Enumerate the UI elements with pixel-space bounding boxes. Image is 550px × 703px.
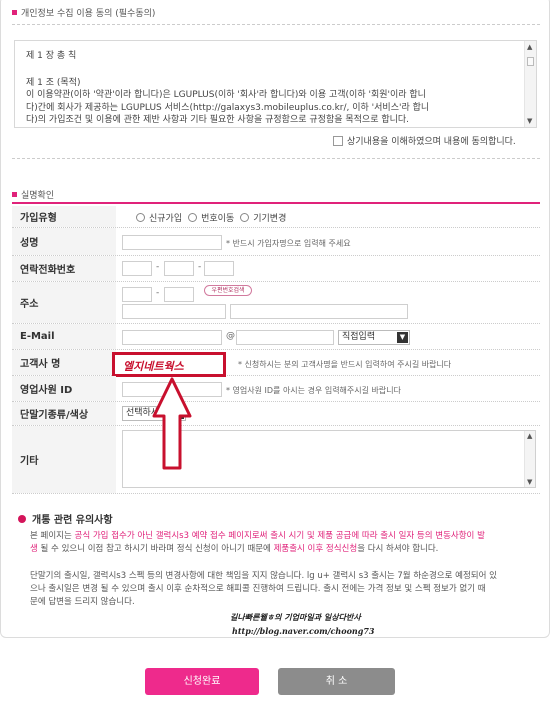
radio-new-label: 신규가입 xyxy=(149,214,183,224)
device-label: 단말기종류/색상 xyxy=(12,402,116,425)
row-customer: 고객사 명 * 신청하시는 분의 고객사명을 반드시 입력하여 주시길 바랍니다 xyxy=(12,350,540,376)
email-id-input[interactable] xyxy=(122,330,222,345)
etc-scrollbar[interactable]: ▲ ▼ xyxy=(524,431,535,487)
chevron-down-icon: ▼ xyxy=(397,332,408,343)
terms-text: 제 1 장 총 칙 제 1 조 (목적) 이 이용약관(이하 '약관'이라 합니… xyxy=(26,50,516,127)
agree-label: 상기내용을 이해하였으며 내용에 동의합니다. xyxy=(347,137,516,147)
phone-part3-input[interactable] xyxy=(204,261,234,276)
divider xyxy=(12,158,540,159)
scroll-up-icon[interactable]: ▲ xyxy=(527,43,532,51)
notice-bullet-icon xyxy=(18,514,26,523)
etc-label: 기타 xyxy=(12,426,116,493)
section-accent-line xyxy=(12,202,540,204)
notice-highlight: 공식 가입 접수가 아닌 갤럭시s3 예약 접수 페이지로써 출시 시기 및 제… xyxy=(74,531,485,541)
name-label: 성명 xyxy=(12,228,116,255)
phone-label: 연락전화번호 xyxy=(12,256,116,281)
terms-box[interactable]: 제 1 장 총 칙 제 1 조 (목적) 이 이용약관(이하 '약관'이라 합니… xyxy=(14,40,537,128)
watermark-title: 길나빠른웰ㅎ의 기업마일과 일상다반사 xyxy=(230,612,361,622)
radio-new[interactable] xyxy=(136,213,145,222)
zip-part2-input[interactable] xyxy=(164,287,194,302)
address1-input[interactable] xyxy=(122,304,226,319)
scroll-thumb[interactable] xyxy=(527,57,534,66)
notice-line: 으나 출시일은 변경 될 수 있으며 출시 이후 순차적으로 해피콜 진행하여 … xyxy=(30,584,486,594)
notice-title-text: 개통 관련 유의사항 xyxy=(32,515,113,526)
notice-highlight: 제품출시 이후 정식신청 xyxy=(273,544,358,554)
row-device: 단말기종류/색상 선택하세요 ▼ xyxy=(12,402,540,426)
scroll-down-icon[interactable]: ▼ xyxy=(527,478,532,486)
arrow-up-annotation-icon xyxy=(152,377,192,470)
notice-paragraph-1: 본 페이지는 공식 가입 접수가 아닌 갤럭시s3 예약 접수 페이지로써 출시… xyxy=(30,530,536,556)
row-phone: 연락전화번호 - - xyxy=(12,256,540,282)
row-sales-id: 영업사원 ID * 영업사원 ID를 아시는 경우 입력해주시길 바랍니다 xyxy=(12,376,540,402)
confirm-title: 실명확인 xyxy=(21,191,55,201)
row-join-type: 가입유형 신규가입 번호이동 기기변경 xyxy=(12,206,540,228)
terms-line: 이 이용약관(이하 '약관'이라 합니다)은 LGUPLUS(이하 '회사'라 … xyxy=(26,90,426,100)
terms-line: 제 1 조 (목적) xyxy=(26,77,81,88)
notice-highlight: 생 xyxy=(30,544,38,554)
bullet-square-icon xyxy=(12,192,17,197)
radio-port-label: 번호이동 xyxy=(201,214,235,224)
zip-sep: - xyxy=(156,288,160,298)
email-select-value: 직접입력 xyxy=(342,332,376,342)
radio-change[interactable] xyxy=(240,213,250,222)
scroll-down-icon[interactable]: ▼ xyxy=(527,117,532,125)
customer-input-value: 엘지네트웍스 xyxy=(123,360,184,373)
address-label: 주소 xyxy=(12,282,116,323)
zip-search-button[interactable]: 우편번호검색 xyxy=(204,285,252,296)
agree-row[interactable]: 상기내용을 이해하였으며 내용에 동의합니다. xyxy=(333,134,516,147)
radio-change-label: 기기변경 xyxy=(253,214,287,224)
join-type-label: 가입유형 xyxy=(12,206,116,227)
terms-chapter: 제 1 장 총 칙 xyxy=(26,51,77,61)
customer-input-highlight[interactable]: 엘지네트웍스 xyxy=(112,352,226,377)
privacy-section-title: 개인정보 수집 이용 동의 (필수동의) xyxy=(12,6,155,19)
name-hint: * 반드시 가입자명으로 입력해 주세요 xyxy=(226,239,351,248)
email-at: @ xyxy=(226,331,235,341)
email-domain-input[interactable] xyxy=(236,330,334,345)
terms-scrollbar[interactable]: ▲ ▼ xyxy=(524,41,536,127)
notice-text: 될 수 있으니 이점 참고 하시기 바라며 정식 신청이 아니기 때문에 xyxy=(37,544,274,554)
address2-input[interactable] xyxy=(230,304,408,319)
privacy-title: 개인정보 수집 이용 동의 (필수동의) xyxy=(21,9,156,19)
notice-paragraph-2: 단말기의 출시일, 갤럭시s3 스펙 등의 변경사항에 대한 책임을 지지 않습… xyxy=(30,570,536,609)
row-email: E-Mail @ 직접입력 ▼ xyxy=(12,324,540,350)
phone-part1-input[interactable] xyxy=(122,261,152,276)
terms-line: 다)간에 회사가 제공하는 LGUPLUS 서비스(http://galaxys… xyxy=(26,102,430,113)
phone-part2-input[interactable] xyxy=(164,261,194,276)
phone-sep: - xyxy=(156,262,160,272)
customer-hint: * 신청하시는 분의 고객사명을 반드시 입력하여 주시길 바랍니다 xyxy=(238,360,452,369)
row-address: 주소 - 우편번호검색 xyxy=(12,282,540,324)
notice-line: 문에 답변을 드리지 않습니다. xyxy=(30,597,135,607)
name-input[interactable] xyxy=(122,235,222,250)
submit-button[interactable]: 신청완료 xyxy=(145,668,259,695)
notice-title: 개통 관련 유의사항 xyxy=(18,511,113,526)
customer-label: 고객사 명 xyxy=(12,350,116,375)
notice-line: 단말기의 출시일, 갤럭시s3 스펙 등의 변경사항에 대한 책임을 지지 않습… xyxy=(30,571,497,581)
scroll-up-icon[interactable]: ▲ xyxy=(527,432,532,440)
agree-checkbox[interactable] xyxy=(333,135,343,146)
phone-sep: - xyxy=(198,262,202,272)
row-name: 성명 * 반드시 가입자명으로 입력해 주세요 xyxy=(12,228,540,256)
sales-id-hint: * 영업사원 ID를 아시는 경우 입력해주시길 바랍니다 xyxy=(226,386,401,395)
row-etc: 기타 ▲ ▼ xyxy=(12,426,540,494)
sales-id-label: 영업사원 ID xyxy=(12,376,116,401)
watermark-url: http://blog.naver.com/choong73 xyxy=(232,626,375,636)
radio-port[interactable] xyxy=(188,213,198,222)
zip-part1-input[interactable] xyxy=(122,287,152,302)
confirm-section-title: 실명확인 xyxy=(12,188,54,201)
bullet-square-icon xyxy=(12,10,17,15)
terms-line: 다)의 가입조건 및 이용에 관한 제반 사항과 기타 필요한 사항을 규정함으… xyxy=(26,115,410,125)
join-type-radios: 신규가입 번호이동 기기변경 xyxy=(134,211,286,224)
notice-text: 을 다시 하셔야 합니다. xyxy=(357,544,439,554)
cancel-button[interactable]: 취 소 xyxy=(278,668,395,695)
email-label: E-Mail xyxy=(12,324,116,349)
notice-text: 본 페이지는 xyxy=(30,531,75,541)
email-domain-select[interactable]: 직접입력 ▼ xyxy=(338,330,410,345)
divider xyxy=(12,24,540,25)
